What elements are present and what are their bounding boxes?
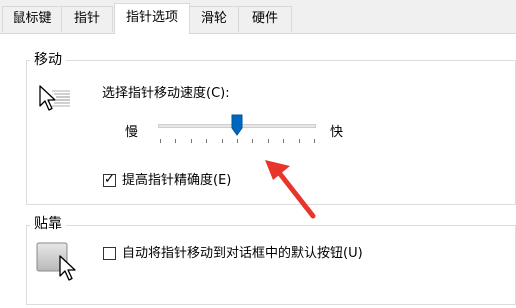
slider-thumb[interactable] [231,114,243,136]
tab-pointer-options[interactable]: 指针选项 [114,3,190,34]
annotation-arrow-icon [265,160,316,219]
slider-tick [252,139,253,143]
tab-pointers[interactable]: 指针 [61,6,113,32]
tab-wheel[interactable]: 滑轮 [189,6,239,32]
pointer-speed-label: 选择指针移动速度(C): [102,86,230,101]
slow-label: 慢 [125,125,139,140]
enhance-precision-label: 提高指针精确度(E) [122,173,232,188]
slider-tick [191,139,192,143]
tab-buttons[interactable]: 鼠标键 [2,6,62,32]
slider-tick [299,139,300,143]
fast-label: 快 [330,125,344,140]
tab-strip: 鼠标键 指针 指针选项 滑轮 硬件 [0,0,516,34]
slider-tick [222,139,223,143]
tab-label: 指针选项 [125,10,178,25]
pointer-speed-icon [39,85,70,111]
snap-to-default-checkbox[interactable] [103,247,116,260]
snap-to-group [26,225,516,305]
snap-to-default-label: 自动将指针移动到对话框中的默认按钮(U) [122,246,363,261]
tab-hardware[interactable]: 硬件 [238,6,292,32]
motion-group-title: 移动 [30,51,66,69]
tab-label: 鼠标键 [12,11,52,26]
slider-tick [206,139,207,143]
slider-tick [268,139,269,143]
slider-tick [283,139,284,143]
enhance-precision-checkbox[interactable]: ✓ [103,172,116,187]
tab-label: 硬件 [251,11,278,26]
slider-tick [175,139,176,143]
slider-tick [237,139,238,143]
snap-to-button-icon [36,242,76,281]
slider-tick [160,139,161,143]
slider-tick [314,139,315,143]
tab-label: 滑轮 [200,11,227,26]
snap-to-group-title: 贴靠 [30,215,66,233]
check-mark-icon: ✓ [104,172,115,187]
tab-label: 指针 [73,11,100,26]
